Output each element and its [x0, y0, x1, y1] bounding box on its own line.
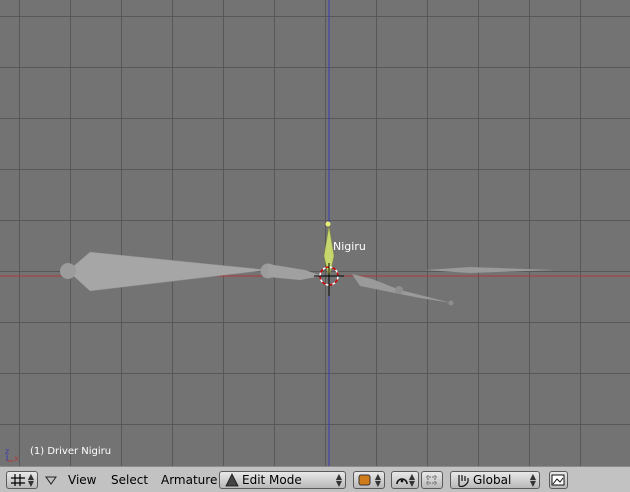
bone-diag-tip[interactable]: [448, 300, 454, 306]
render-button[interactable]: [549, 471, 568, 489]
pivot-icon: [396, 478, 408, 485]
scene-canvas: [0, 0, 630, 466]
updown-arrows-icon: ▲ ▼: [335, 472, 342, 488]
status-text: (1) Driver Nigiru: [30, 446, 112, 457]
axis-orientation-icon: z x: [5, 447, 19, 462]
axis-z-label: z: [5, 447, 9, 456]
snap-button[interactable]: [421, 471, 443, 489]
3d-viewport[interactable]: Nigiru z x (1) Driver Nigiru: [0, 0, 630, 466]
collapse-menu-icon[interactable]: [45, 476, 57, 486]
armature-mode-icon: [225, 473, 239, 487]
bone-diag-joint[interactable]: [395, 286, 403, 294]
draw-type-button[interactable]: ▲ ▼: [353, 471, 385, 489]
orientation-dropdown[interactable]: Global ▲ ▼: [450, 471, 540, 489]
menu-armature[interactable]: Armature: [161, 473, 217, 487]
snap-icon: [426, 475, 437, 485]
bone-shaft[interactable]: [67, 251, 269, 292]
grid-icon: [11, 474, 25, 486]
mode-dropdown[interactable]: Edit Mode ▲ ▼: [219, 471, 346, 489]
window-type-button[interactable]: ▲ ▼: [6, 471, 38, 489]
menu-select[interactable]: Select: [111, 473, 148, 487]
updown-arrows-icon: ▲ ▼: [374, 472, 381, 488]
updown-arrows-icon: ▲ ▼: [529, 472, 536, 488]
selected-bone-tip[interactable]: [325, 221, 331, 227]
mode-label: Edit Mode: [242, 473, 302, 487]
bone-name-label: Nigiru: [333, 240, 366, 253]
render-icon: [551, 474, 565, 486]
orientation-label: Global: [473, 473, 512, 487]
viewport-header: ▲ ▼ View Select Armature Edit Mode ▲ ▼ ▲ ▼ …: [0, 466, 630, 492]
hand-icon: [458, 475, 469, 487]
bone-head-joint[interactable]: [60, 263, 76, 279]
menu-view[interactable]: View: [68, 473, 96, 487]
shaded-icon: [358, 474, 371, 486]
pivot-button[interactable]: ▲ ▼: [391, 471, 419, 489]
bone-far-shaft[interactable]: [425, 267, 555, 273]
updown-arrows-icon: ▲ ▼: [408, 472, 415, 488]
axis-x-label: x: [14, 454, 19, 462]
updown-arrows-icon: ▲ ▼: [27, 472, 34, 488]
bone-small-shaft[interactable]: [268, 264, 322, 280]
3d-cursor[interactable]: [314, 263, 344, 296]
